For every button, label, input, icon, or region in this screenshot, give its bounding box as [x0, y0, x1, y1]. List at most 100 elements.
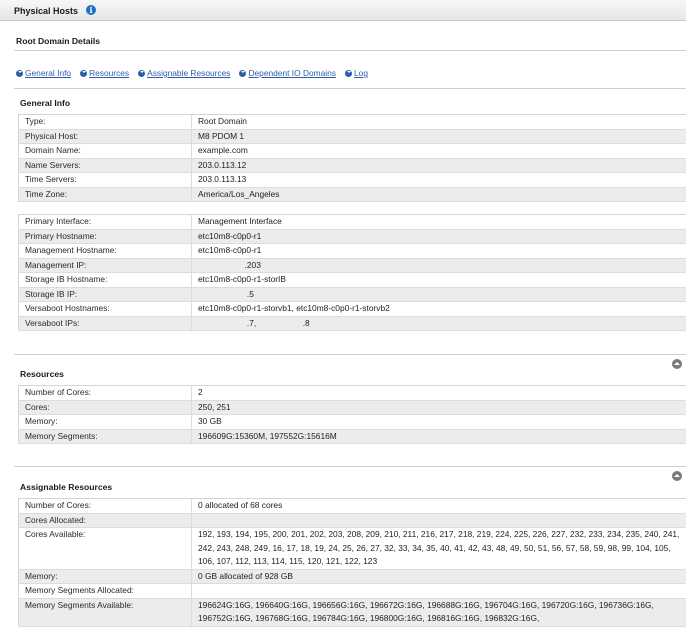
table-row: Memory Segments Allocated:	[19, 584, 686, 599]
tab-log[interactable]: Log	[345, 68, 368, 78]
table-row: Management IP: .203	[19, 258, 686, 273]
table-row: Cores Allocated:	[19, 513, 686, 528]
title-bar: Physical Hosts i	[0, 0, 686, 21]
table-row: Memory Segments:196609G:15360M, 197552G:…	[19, 429, 686, 444]
page-breadcrumb-title: Physical Hosts	[14, 6, 78, 16]
info-icon[interactable]: i	[86, 5, 96, 15]
table-row: Name Servers:203.0.113.12	[19, 158, 686, 173]
field-value: 250, 251	[192, 400, 686, 415]
table-row: Cores:250, 251	[19, 400, 686, 415]
section-title-resources: Resources	[20, 369, 64, 379]
field-label: Physical Host:	[19, 129, 192, 144]
table-row: Primary Hostname:etc10m8-c0p0-r1	[19, 229, 686, 244]
field-value	[192, 584, 686, 599]
tab-dependent-io-domains[interactable]: Dependent IO Domains	[239, 68, 336, 78]
field-label: Type:	[19, 115, 192, 130]
field-label: Primary Hostname:	[19, 229, 192, 244]
field-value: example.com	[192, 144, 686, 159]
field-value	[192, 513, 686, 528]
section-links: General Info Resources Assignable Resour…	[16, 68, 368, 78]
network-info-table: Primary Interface:Management InterfacePr…	[18, 214, 686, 331]
field-value: America/Los_Angeles	[192, 187, 686, 202]
field-value: 0 allocated of 68 cores	[192, 499, 686, 514]
field-value: etc10m8-c0p0-r1-storvb1, etc10m8-c0p0-r1…	[192, 302, 686, 317]
table-row: Versaboot Hostnames:etc10m8-c0p0-r1-stor…	[19, 302, 686, 317]
table-row: Primary Interface:Management Interface	[19, 215, 686, 230]
field-label: Cores Allocated:	[19, 513, 192, 528]
table-row: Memory:30 GB	[19, 415, 686, 430]
table-row: Number of Cores:0 allocated of 68 cores	[19, 499, 686, 514]
field-value: Root Domain	[192, 115, 686, 130]
chevron-down-icon	[80, 70, 87, 77]
chevron-down-icon	[16, 70, 23, 77]
table-row: Storage IB IP: .5	[19, 287, 686, 302]
table-row: Physical Host:M8 PDOM 1	[19, 129, 686, 144]
collapse-icon[interactable]	[672, 471, 682, 481]
chevron-down-icon	[138, 70, 145, 77]
field-value: 203.0.113.12	[192, 158, 686, 173]
page-title: Root Domain Details	[16, 36, 100, 46]
tab-general-info[interactable]: General Info	[16, 68, 71, 78]
table-row: Management Hostname:etc10m8-c0p0-r1	[19, 244, 686, 259]
field-value: 192, 193, 194, 195, 200, 201, 202, 203, …	[192, 528, 686, 570]
table-row: Time Zone:America/Los_Angeles	[19, 187, 686, 202]
divider	[14, 354, 686, 355]
field-value: etc10m8-c0p0-r1	[192, 229, 686, 244]
field-label: Management IP:	[19, 258, 192, 273]
table-row: Type:Root Domain	[19, 115, 686, 130]
tab-resources[interactable]: Resources	[80, 68, 129, 78]
tab-assignable-resources[interactable]: Assignable Resources	[138, 68, 230, 78]
field-value: 203.0.113.13	[192, 173, 686, 188]
field-label: Cores:	[19, 400, 192, 415]
field-value: etc10m8-c0p0-r1-storIB	[192, 273, 686, 288]
chevron-down-icon	[345, 70, 352, 77]
section-title-assignable-resources: Assignable Resources	[20, 482, 112, 492]
field-label: Versaboot IPs:	[19, 316, 192, 331]
table-row: Cores Available:192, 193, 194, 195, 200,…	[19, 528, 686, 570]
table-row: Versaboot IPs: .7, .8	[19, 316, 686, 331]
field-value: 196624G:16G, 196640G:16G, 196656G:16G, 1…	[192, 598, 686, 626]
general-info-table: Type:Root DomainPhysical Host:M8 PDOM 1D…	[18, 114, 686, 202]
field-label: Versaboot Hostnames:	[19, 302, 192, 317]
field-label: Memory:	[19, 569, 192, 584]
assignable-resources-table: Number of Cores:0 allocated of 68 coresC…	[18, 498, 686, 627]
resources-table: Number of Cores:2Cores:250, 251Memory:30…	[18, 385, 686, 444]
field-label: Memory Segments Allocated:	[19, 584, 192, 599]
field-value: .7, .8	[192, 316, 686, 331]
field-label: Primary Interface:	[19, 215, 192, 230]
field-value: .5	[192, 287, 686, 302]
divider	[14, 88, 686, 89]
divider	[14, 50, 686, 51]
field-label: Number of Cores:	[19, 499, 192, 514]
field-label: Memory Segments:	[19, 429, 192, 444]
field-value: Management Interface	[192, 215, 686, 230]
field-label: Memory Segments Available:	[19, 598, 192, 626]
field-label: Name Servers:	[19, 158, 192, 173]
field-value: 0 GB allocated of 928 GB	[192, 569, 686, 584]
chevron-down-icon	[239, 70, 246, 77]
table-row: Domain Name:example.com	[19, 144, 686, 159]
field-label: Memory:	[19, 415, 192, 430]
field-label: Time Servers:	[19, 173, 192, 188]
field-label: Storage IB IP:	[19, 287, 192, 302]
field-value: etc10m8-c0p0-r1	[192, 244, 686, 259]
field-label: Cores Available:	[19, 528, 192, 570]
table-row: Storage IB Hostname:etc10m8-c0p0-r1-stor…	[19, 273, 686, 288]
field-value: 2	[192, 386, 686, 401]
table-row: Number of Cores:2	[19, 386, 686, 401]
divider	[14, 466, 686, 467]
field-label: Management Hostname:	[19, 244, 192, 259]
field-label: Time Zone:	[19, 187, 192, 202]
field-value: 30 GB	[192, 415, 686, 430]
table-row: Time Servers:203.0.113.13	[19, 173, 686, 188]
field-value: .203	[192, 258, 686, 273]
field-label: Storage IB Hostname:	[19, 273, 192, 288]
section-title-general-info: General Info	[20, 98, 70, 108]
table-row: Memory Segments Available:196624G:16G, 1…	[19, 598, 686, 626]
field-label: Number of Cores:	[19, 386, 192, 401]
table-row: Memory:0 GB allocated of 928 GB	[19, 569, 686, 584]
field-value: 196609G:15360M, 197552G:15616M	[192, 429, 686, 444]
collapse-icon[interactable]	[672, 359, 682, 369]
field-label: Domain Name:	[19, 144, 192, 159]
field-value: M8 PDOM 1	[192, 129, 686, 144]
